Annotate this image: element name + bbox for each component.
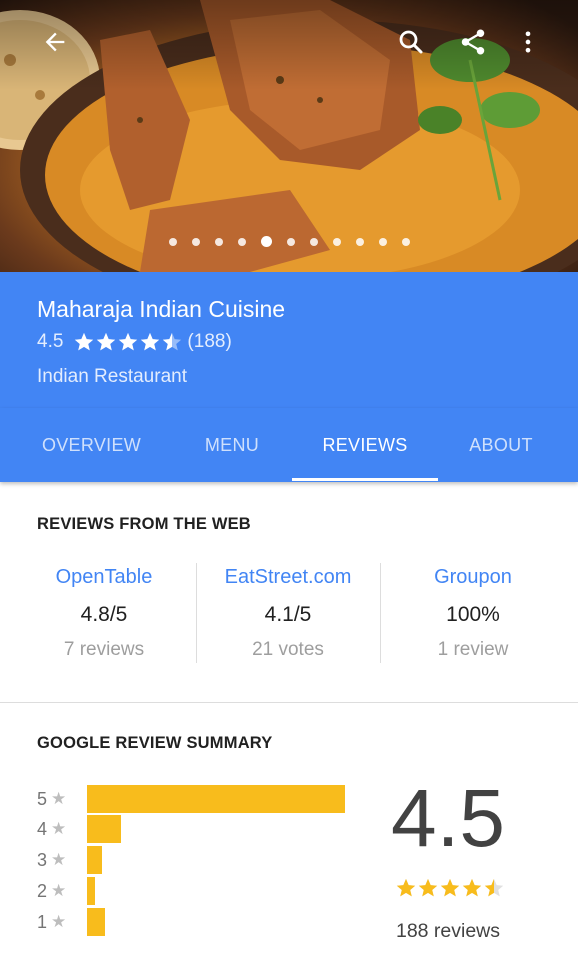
star-icon: ★ — [51, 912, 67, 931]
back-button[interactable] — [35, 22, 75, 62]
search-icon — [399, 30, 423, 54]
web-review-score: 4.1/5 — [264, 603, 312, 626]
web-review-source[interactable]: Groupon — [378, 566, 568, 589]
web-review-groupon[interactable]: Groupon 100% 1 review — [378, 566, 568, 661]
tab-reviews[interactable]: REVIEWS — [292, 408, 438, 482]
rating-bar — [87, 846, 102, 874]
star-icon: ★ — [51, 789, 67, 808]
rating-bar-label: 4 — [37, 818, 48, 839]
star-icon: ★ — [51, 881, 67, 900]
web-review-count: 21 votes — [252, 639, 324, 660]
rating-bar-row-4: 4 ★ — [37, 815, 121, 843]
rating-bar-label: 3 — [37, 849, 48, 870]
star-icon — [418, 878, 438, 897]
star-icon: ★ — [51, 819, 67, 838]
carousel-dot — [401, 237, 410, 246]
carousel-dot — [332, 237, 341, 246]
place-rating-stars — [73, 331, 183, 353]
star-icon: ★ — [51, 850, 67, 869]
carousel-indicator — [0, 236, 578, 247]
rating-bar-label: 1 — [37, 911, 48, 932]
star-icon — [484, 878, 504, 897]
web-review-source[interactable]: OpenTable — [9, 566, 199, 589]
tab-bar: OVERVIEW MENU REVIEWS ABOUT — [0, 408, 578, 482]
star-icon — [75, 332, 94, 351]
star-icon — [97, 332, 116, 351]
place-rating-line: 4.5 (188) — [37, 331, 232, 353]
search-button[interactable] — [391, 22, 431, 62]
star-icon — [462, 878, 482, 897]
web-review-opentable[interactable]: OpenTable 4.8/5 7 reviews — [9, 566, 199, 661]
rating-bar-row-3: 3 ★ — [37, 846, 102, 874]
place-rating-count: (188) — [187, 331, 232, 352]
star-icon — [119, 332, 138, 351]
star-icon — [396, 878, 416, 897]
web-review-score: 4.8/5 — [80, 603, 128, 626]
web-review-count: 7 reviews — [63, 639, 145, 660]
carousel-dot — [286, 237, 295, 246]
more-vert-icon — [525, 31, 531, 53]
more-options-button[interactable] — [508, 22, 548, 62]
share-button[interactable] — [453, 22, 493, 62]
carousel-dot — [260, 236, 272, 247]
carousel-dot — [168, 237, 177, 246]
rating-bar — [87, 877, 95, 905]
section-divider — [0, 702, 578, 703]
rating-bar — [87, 785, 345, 813]
tab-menu[interactable]: MENU — [183, 408, 281, 482]
star-icon — [141, 332, 160, 351]
place-rating-value: 4.5 — [37, 331, 64, 352]
place-name: Maharaja Indian Cuisine — [37, 296, 286, 322]
rating-bar-row-1: 1 ★ — [37, 908, 105, 936]
tab-overview[interactable]: OVERVIEW — [0, 408, 183, 482]
web-review-source[interactable]: EatStreet.com — [193, 566, 383, 589]
summary-title: GOOGLE REVIEW SUMMARY — [37, 734, 273, 752]
hero-photo[interactable] — [0, 0, 578, 272]
carousel-dot — [378, 237, 387, 246]
web-review-score: 100% — [446, 603, 500, 626]
arrow-back-icon — [45, 32, 65, 52]
carousel-dot — [214, 237, 223, 246]
active-tab-indicator — [292, 478, 438, 481]
web-reviews-title: REVIEWS FROM THE WEB — [37, 515, 251, 533]
carousel-dot — [309, 237, 318, 246]
rating-bar-row-5: 5 ★ — [37, 785, 345, 813]
carousel-dot — [355, 237, 364, 246]
share-icon — [461, 29, 485, 55]
star-icon — [440, 878, 460, 897]
rating-bar-label: 5 — [37, 788, 48, 809]
rating-bar — [87, 908, 105, 936]
carousel-dot — [191, 237, 200, 246]
rating-bar — [87, 815, 121, 843]
web-review-count: 1 review — [437, 639, 509, 660]
rating-bar-label: 2 — [37, 880, 48, 901]
average-rating: 4.5 — [391, 773, 505, 864]
total-review-count[interactable]: 188 reviews — [380, 920, 516, 943]
average-rating-stars — [395, 877, 505, 899]
rating-bar-row-2: 2 ★ — [37, 877, 95, 905]
star-icon — [163, 332, 182, 351]
carousel-dot — [237, 237, 246, 246]
web-review-eatstreet[interactable]: EatStreet.com 4.1/5 21 votes — [193, 566, 383, 661]
tab-about[interactable]: ABOUT — [438, 408, 564, 482]
place-category: Indian Restaurant — [37, 366, 187, 387]
